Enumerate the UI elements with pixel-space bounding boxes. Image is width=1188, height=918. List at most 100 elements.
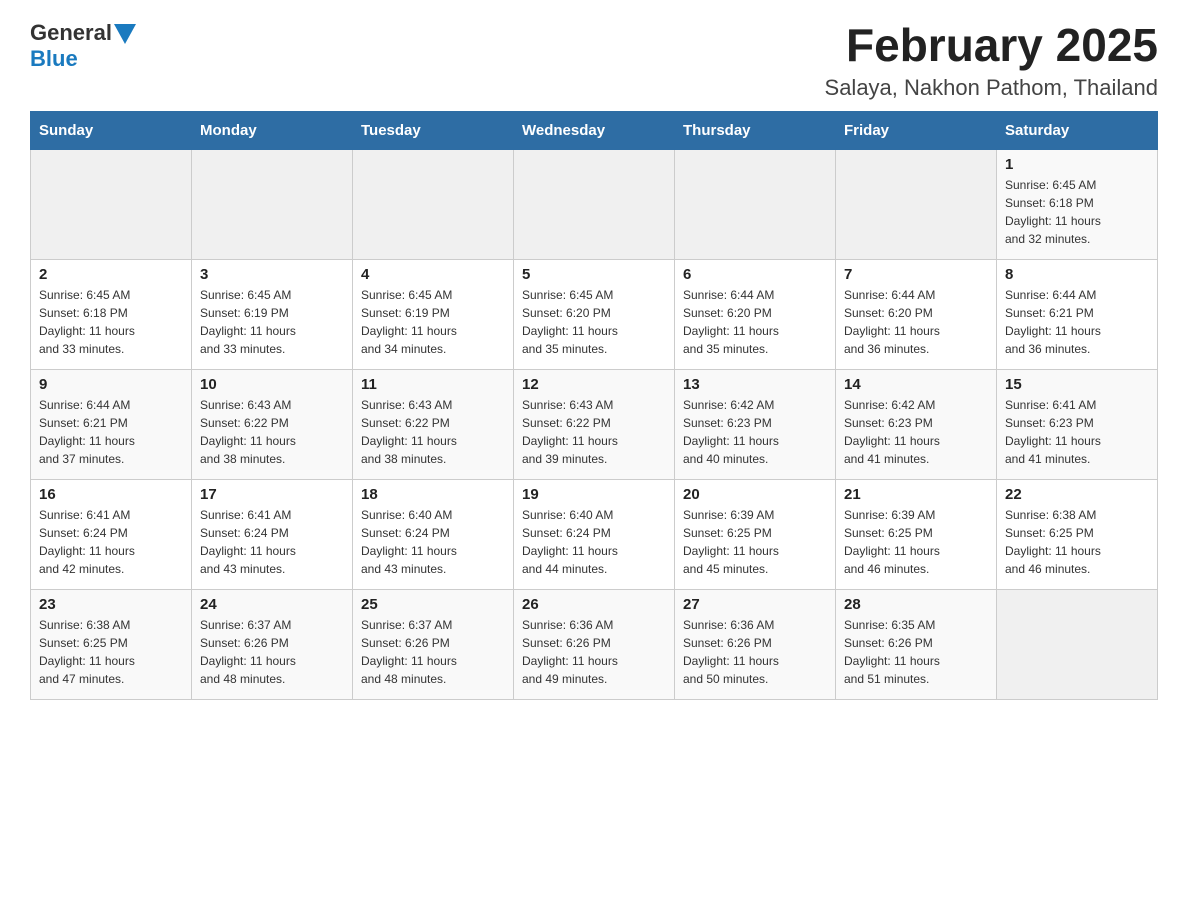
calendar-cell-w4-d2: 18Sunrise: 6:40 AM Sunset: 6:24 PM Dayli… [353,479,514,589]
day-info: Sunrise: 6:44 AM Sunset: 6:21 PM Dayligh… [1005,286,1149,358]
day-number: 11 [361,376,505,393]
calendar-cell-w3-d3: 12 Sunrise: 6:43 AM Sunset: 6:22 PM Dayli… [514,369,675,479]
day-number: 20 [683,486,827,503]
logo: General Blue [30,20,136,72]
day-info: Sunrise: 6:36 AM Sunset: 6:26 PM Dayligh… [683,616,827,688]
calendar-subtitle: Salaya, Nakhon Pathom, Thailand [825,75,1158,101]
calendar-cell-w2-d3: 5Sunrise: 6:45 AM Sunset: 6:20 PM Daylig… [514,259,675,369]
weekday-header-thursday: Thursday [675,111,836,149]
day-number: 15 [1005,376,1149,393]
day-number: 8 [1005,266,1149,283]
day-number: 7 [844,266,988,283]
logo-blue-text: Blue [30,46,78,71]
day-info: Sunrise: 6:38 AM Sunset: 6:25 PM Dayligh… [1005,506,1149,578]
calendar-cell-w2-d6: 8 Sunrise: 6:44 AM Sunset: 6:21 PM Daylig… [997,259,1158,369]
calendar-body: 1Sunrise: 6:45 AM Sunset: 6:18 PM Daylig… [31,149,1158,699]
calendar-week-1: 1Sunrise: 6:45 AM Sunset: 6:18 PM Daylig… [31,149,1158,259]
day-info: Sunrise: 6:41 AM Sunset: 6:24 PM Dayligh… [39,506,183,578]
day-info: Sunrise: 6:40 AM Sunset: 6:24 PM Dayligh… [522,506,666,578]
calendar-week-4: 16 Sunrise: 6:41 AM Sunset: 6:24 PM Dayli… [31,479,1158,589]
day-info: Sunrise: 6:42 AM Sunset: 6:23 PM Dayligh… [844,396,988,468]
day-info: Sunrise: 6:41 AM Sunset: 6:23 PM Dayligh… [1005,396,1149,468]
calendar-cell-w4-d5: 21 Sunrise: 6:39 AM Sunset: 6:25 PM Dayli… [836,479,997,589]
day-info: Sunrise: 6:44 AM Sunset: 6:20 PM Dayligh… [683,286,827,358]
day-info: Sunrise: 6:45 AM Sunset: 6:19 PM Dayligh… [200,286,344,358]
day-info: Sunrise: 6:36 AM Sunset: 6:26 PM Dayligh… [522,616,666,688]
day-number: 14 [844,376,988,393]
day-number: 19 [522,486,666,503]
calendar-cell-w5-d3: 26 Sunrise: 6:36 AM Sunset: 6:26 PM Dayli… [514,589,675,699]
day-info: Sunrise: 6:37 AM Sunset: 6:26 PM Dayligh… [200,616,344,688]
calendar-cell-w3-d6: 15 Sunrise: 6:41 AM Sunset: 6:23 PM Dayli… [997,369,1158,479]
day-number: 27 [683,596,827,613]
day-info: Sunrise: 6:42 AM Sunset: 6:23 PM Dayligh… [683,396,827,468]
calendar-cell-w2-d0: 2 Sunrise: 6:45 AM Sunset: 6:18 PM Daylig… [31,259,192,369]
weekday-header-sunday: Sunday [31,111,192,149]
day-number: 24 [200,596,344,613]
calendar-cell-w1-d2 [353,149,514,259]
day-info: Sunrise: 6:43 AM Sunset: 6:22 PM Dayligh… [200,396,344,468]
calendar-week-3: 9 Sunrise: 6:44 AM Sunset: 6:21 PM Daylig… [31,369,1158,479]
weekday-header-wednesday: Wednesday [514,111,675,149]
calendar-header: SundayMondayTuesdayWednesdayThursdayFrid… [31,111,1158,149]
day-number: 3 [200,266,344,283]
calendar-cell-w1-d3 [514,149,675,259]
weekday-header-row: SundayMondayTuesdayWednesdayThursdayFrid… [31,111,1158,149]
day-info: Sunrise: 6:44 AM Sunset: 6:21 PM Dayligh… [39,396,183,468]
logo-triangle-icon [114,24,136,44]
title-block: February 2025 Salaya, Nakhon Pathom, Tha… [825,20,1158,101]
calendar-cell-w5-d1: 24 Sunrise: 6:37 AM Sunset: 6:26 PM Dayli… [192,589,353,699]
calendar-cell-w4-d6: 22 Sunrise: 6:38 AM Sunset: 6:25 PM Dayli… [997,479,1158,589]
day-number: 26 [522,596,666,613]
day-number: 12 [522,376,666,393]
day-info: Sunrise: 6:45 AM Sunset: 6:18 PM Dayligh… [1005,176,1149,248]
day-number: 4 [361,266,505,283]
day-info: Sunrise: 6:41 AM Sunset: 6:24 PM Dayligh… [200,506,344,578]
day-info: Sunrise: 6:39 AM Sunset: 6:25 PM Dayligh… [844,506,988,578]
day-number: 9 [39,376,183,393]
day-number: 21 [844,486,988,503]
page-header: General Blue February 2025 Salaya, Nakho… [30,20,1158,101]
day-number: 17 [200,486,344,503]
calendar-title: February 2025 [825,20,1158,71]
calendar-cell-w1-d1 [192,149,353,259]
day-number: 25 [361,596,505,613]
calendar-cell-w2-d5: 7 Sunrise: 6:44 AM Sunset: 6:20 PM Daylig… [836,259,997,369]
day-info: Sunrise: 6:39 AM Sunset: 6:25 PM Dayligh… [683,506,827,578]
day-number: 6 [683,266,827,283]
calendar-cell-w3-d4: 13 Sunrise: 6:42 AM Sunset: 6:23 PM Dayli… [675,369,836,479]
calendar-cell-w1-d4 [675,149,836,259]
calendar-cell-w5-d5: 28 Sunrise: 6:35 AM Sunset: 6:26 PM Dayli… [836,589,997,699]
day-number: 10 [200,376,344,393]
weekday-header-tuesday: Tuesday [353,111,514,149]
weekday-header-monday: Monday [192,111,353,149]
calendar-cell-w1-d6: 1Sunrise: 6:45 AM Sunset: 6:18 PM Daylig… [997,149,1158,259]
calendar-cell-w1-d0 [31,149,192,259]
day-number: 13 [683,376,827,393]
calendar-cell-w3-d0: 9 Sunrise: 6:44 AM Sunset: 6:21 PM Daylig… [31,369,192,479]
day-info: Sunrise: 6:45 AM Sunset: 6:18 PM Dayligh… [39,286,183,358]
calendar-cell-w3-d2: 11 Sunrise: 6:43 AM Sunset: 6:22 PM Dayli… [353,369,514,479]
day-number: 16 [39,486,183,503]
calendar-cell-w1-d5 [836,149,997,259]
calendar-cell-w4-d1: 17 Sunrise: 6:41 AM Sunset: 6:24 PM Dayli… [192,479,353,589]
day-number: 28 [844,596,988,613]
day-info: Sunrise: 6:45 AM Sunset: 6:19 PM Dayligh… [361,286,505,358]
calendar-week-5: 23Sunrise: 6:38 AM Sunset: 6:25 PM Dayli… [31,589,1158,699]
day-info: Sunrise: 6:43 AM Sunset: 6:22 PM Dayligh… [361,396,505,468]
day-number: 22 [1005,486,1149,503]
calendar-cell-w5-d0: 23Sunrise: 6:38 AM Sunset: 6:25 PM Dayli… [31,589,192,699]
day-info: Sunrise: 6:43 AM Sunset: 6:22 PM Dayligh… [522,396,666,468]
weekday-header-saturday: Saturday [997,111,1158,149]
calendar-cell-w2-d1: 3 Sunrise: 6:45 AM Sunset: 6:19 PM Daylig… [192,259,353,369]
day-info: Sunrise: 6:38 AM Sunset: 6:25 PM Dayligh… [39,616,183,688]
day-number: 2 [39,266,183,283]
day-info: Sunrise: 6:44 AM Sunset: 6:20 PM Dayligh… [844,286,988,358]
calendar-cell-w3-d1: 10 Sunrise: 6:43 AM Sunset: 6:22 PM Dayli… [192,369,353,479]
calendar-table: SundayMondayTuesdayWednesdayThursdayFrid… [30,111,1158,700]
calendar-cell-w4-d3: 19 Sunrise: 6:40 AM Sunset: 6:24 PM Dayli… [514,479,675,589]
calendar-cell-w4-d4: 20 Sunrise: 6:39 AM Sunset: 6:25 PM Dayli… [675,479,836,589]
day-info: Sunrise: 6:35 AM Sunset: 6:26 PM Dayligh… [844,616,988,688]
calendar-week-2: 2 Sunrise: 6:45 AM Sunset: 6:18 PM Daylig… [31,259,1158,369]
calendar-cell-w5-d4: 27 Sunrise: 6:36 AM Sunset: 6:26 PM Dayli… [675,589,836,699]
